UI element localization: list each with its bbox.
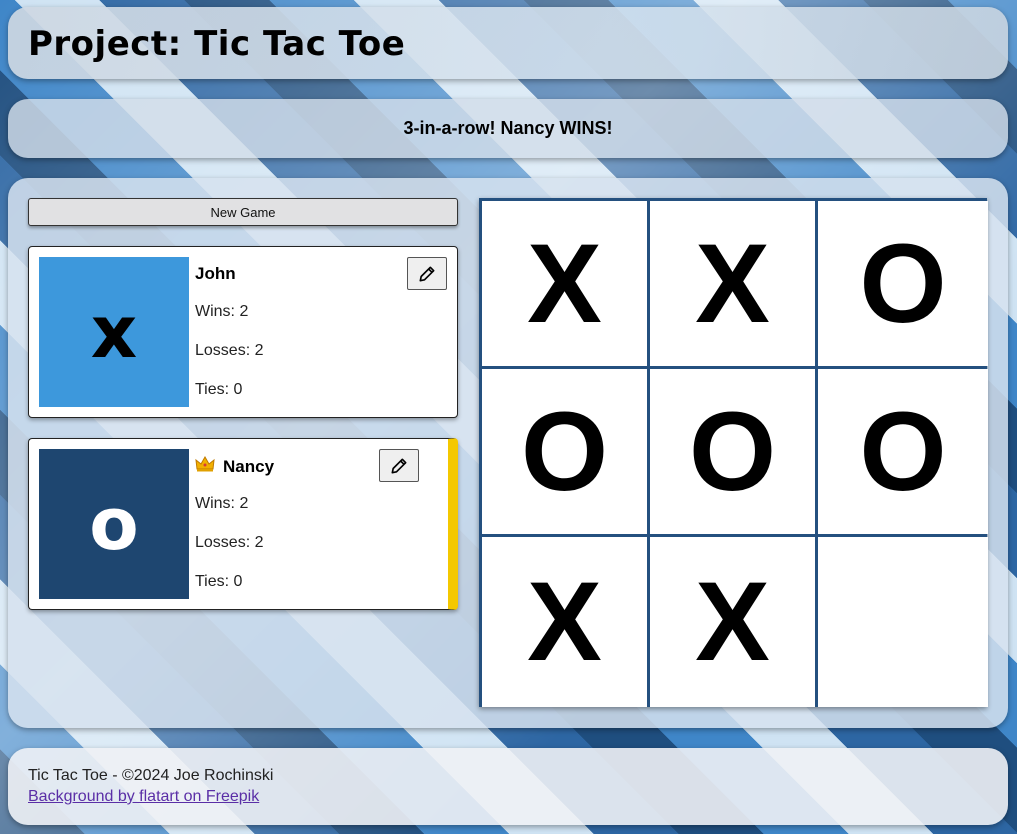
player-name-label: John <box>195 264 236 283</box>
board-cell-4[interactable]: O <box>482 369 647 534</box>
board-cell-1[interactable]: X <box>482 201 647 366</box>
player-name-label: Nancy <box>223 456 275 476</box>
header-panel: Project: Tic Tac Toe <box>8 7 1008 79</box>
player-losses: Losses: 2 <box>195 534 264 551</box>
pencil-icon <box>419 266 435 281</box>
board-cell-6[interactable]: O <box>818 369 988 534</box>
board-cell-5[interactable]: O <box>650 369 815 534</box>
game-panel: New Game x John Wins: 2 Losses: 2 Ties: … <box>8 178 1008 728</box>
player-ties: Ties: 0 <box>195 573 243 590</box>
player-wins: Wins: 2 <box>195 495 249 512</box>
new-game-button[interactable]: New Game <box>28 198 458 226</box>
edit-player-button[interactable] <box>379 449 419 482</box>
edit-player-button[interactable] <box>407 257 447 290</box>
board-cell-7[interactable]: X <box>482 537 647 707</box>
background-credit-link[interactable]: Background by flatart on Freepik <box>28 788 259 806</box>
board-cell-9[interactable] <box>818 537 988 707</box>
board-cell-2[interactable]: X <box>650 201 815 366</box>
player-card-nancy: o Nancy Wins: 2 Losses: 2 Ties: 0 <box>28 438 458 610</box>
footer-panel: Tic Tac Toe - ©2024 Joe Rochinski Backgr… <box>8 748 1008 825</box>
player-marker: x <box>39 257 189 407</box>
player-losses: Losses: 2 <box>195 342 264 359</box>
player-marker: o <box>39 449 189 599</box>
pencil-icon <box>391 458 407 473</box>
footer-credit: Tic Tac Toe - ©2024 Joe Rochinski <box>28 767 274 784</box>
player-name: John <box>195 264 236 284</box>
player-ties: Ties: 0 <box>195 381 243 398</box>
player-wins: Wins: 2 <box>195 303 249 320</box>
game-status-message: 3-in-a-row! Nancy WINS! <box>403 118 613 138</box>
game-board: X X O O O O X X <box>479 198 988 707</box>
player-card-john: x John Wins: 2 Losses: 2 Ties: 0 <box>28 246 458 418</box>
status-panel: 3-in-a-row! Nancy WINS! <box>8 99 1008 158</box>
page-title: Project: Tic Tac Toe <box>28 24 406 64</box>
crown-icon <box>195 455 215 477</box>
board-cell-8[interactable]: X <box>650 537 815 707</box>
player-name: Nancy <box>195 455 275 477</box>
board-cell-3[interactable]: O <box>818 201 988 366</box>
